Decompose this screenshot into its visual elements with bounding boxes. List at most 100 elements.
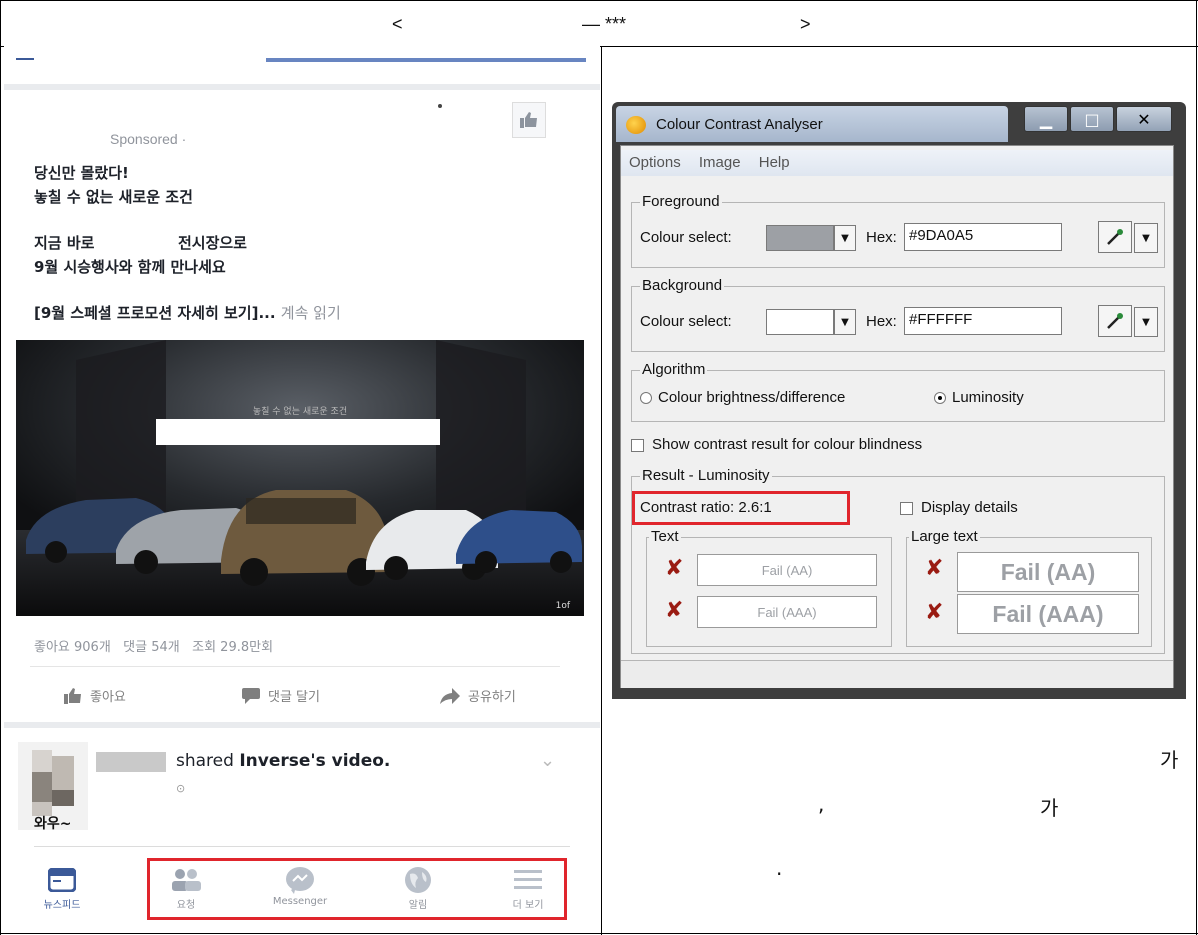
post-line-3: 지금 바로 전시장으로 xyxy=(34,234,247,252)
luminosity-radio-label: Luminosity xyxy=(952,389,1024,406)
colour-blindness-checkbox[interactable] xyxy=(631,438,644,452)
algorithm-option-luminosity[interactable]: Luminosity xyxy=(934,389,1024,406)
post-comment-text: 와우~ xyxy=(34,816,72,832)
page-like-button[interactable] xyxy=(512,102,546,138)
bg-hex-input[interactable]: #FFFFFF xyxy=(904,307,1062,335)
large-aa-result: Fail (AA) xyxy=(957,552,1139,592)
maximize-button[interactable]: □ xyxy=(1070,106,1114,132)
table-border-middle xyxy=(601,46,602,935)
header-dash-stars: — *** xyxy=(582,14,627,34)
post-line-2: 놓칠 수 없는 새로운 조건 xyxy=(34,188,193,206)
globe-icon: ⊙ xyxy=(176,782,186,795)
algorithm-group: Algorithm Colour brightness/difference L… xyxy=(631,361,1165,422)
promo-link[interactable]: [9월 스페셜 프로모션 자세히 보기]... xyxy=(34,304,276,322)
car-brown-suv xyxy=(221,490,388,586)
fg-hex-label: Hex: xyxy=(866,229,897,246)
shared-line: shared Inverse's video. xyxy=(176,751,390,771)
feed-separator xyxy=(4,722,600,728)
fg-colour-swatch[interactable] xyxy=(766,225,834,251)
background-group: Background Colour select: ▼ Hex: #FFFFFF… xyxy=(631,277,1165,352)
colour-blindness-label: Show contrast result for colour blindnes… xyxy=(652,436,923,453)
foreground-label: Foreground xyxy=(640,193,722,210)
post-line-1: 당신만 몰랐다! xyxy=(34,164,129,182)
menu-image[interactable]: Image xyxy=(699,154,741,171)
menu-bar: Options Image Help xyxy=(621,150,1173,176)
large-aaa-result: Fail (AAA) xyxy=(957,594,1139,634)
table-border-left xyxy=(0,0,1,935)
feed-separator xyxy=(4,84,600,90)
comment-action[interactable]: 댓글 달기 xyxy=(242,686,320,705)
table-border-right xyxy=(1196,0,1197,935)
like-action-label: 좋아요 xyxy=(90,690,126,705)
facebook-screenshot: Sponsored · 당신만 몰랐다! 놓칠 수 없는 새로운 조건 지금 바… xyxy=(4,46,600,931)
nav-newsfeed[interactable]: 뉴스피드 xyxy=(22,864,102,911)
fail-x-icon: ✘ xyxy=(925,600,944,625)
post-line-4: 9월 시승행사와 함께 만나세요 xyxy=(34,258,226,276)
car-showroom-image: 놓칠 수 없는 새로운 조건 1of xyxy=(16,340,584,616)
bg-colour-swatch[interactable] xyxy=(766,309,834,335)
window-client-area: Options Image Help Foreground Colour sel… xyxy=(620,145,1174,688)
menu-options[interactable]: Options xyxy=(629,154,681,171)
eyedropper-icon xyxy=(1107,229,1123,245)
bg-eyedropper-button[interactable] xyxy=(1098,305,1132,337)
result-group: Result - Luminosity Contrast ratio: 2.6:… xyxy=(631,467,1165,654)
algorithm-option-brightness[interactable]: Colour brightness/difference xyxy=(640,389,845,406)
colour-contrast-analyser-window: Colour Contrast Analyser ▁ □ ✕ Options I… xyxy=(612,102,1186,699)
read-more-link[interactable]: 계속 읽기 xyxy=(281,304,341,322)
text-aa-result: Fail (AA) xyxy=(697,554,877,586)
fg-colour-select-label: Colour select: xyxy=(640,229,732,246)
image-corner-mark: 1of xyxy=(556,601,571,611)
newsfeed-icon xyxy=(48,868,76,892)
luminosity-radio[interactable] xyxy=(934,392,946,405)
brightness-radio[interactable] xyxy=(640,392,652,405)
bg-hex-label: Hex: xyxy=(866,313,897,330)
comment-bubble-icon xyxy=(242,687,260,704)
status-bar xyxy=(621,660,1173,688)
foreground-group: Foreground Colour select: ▼ Hex: #9DA0A5… xyxy=(631,193,1165,268)
share-action-label: 공유하기 xyxy=(468,690,516,705)
close-button[interactable]: ✕ xyxy=(1116,106,1172,132)
text-period: . xyxy=(776,856,783,880)
fg-hex-input[interactable]: #9DA0A5 xyxy=(904,223,1062,251)
eyedropper-icon xyxy=(1107,313,1123,329)
shared-video-link[interactable]: Inverse's video. xyxy=(239,751,390,771)
algorithm-label: Algorithm xyxy=(640,361,708,378)
fb-top-tab-bar xyxy=(266,58,586,62)
fg-colour-dropdown[interactable]: ▼ xyxy=(834,225,856,251)
contrast-ratio-highlight-box xyxy=(632,491,850,525)
menu-help[interactable]: Help xyxy=(759,154,790,171)
dot-mark xyxy=(438,104,442,108)
palette-app-icon xyxy=(626,116,646,134)
large-text-group-label: Large text xyxy=(909,528,980,545)
minimize-button[interactable]: ▁ xyxy=(1024,106,1068,132)
share-arrow-icon xyxy=(440,687,460,704)
thumbs-up-icon xyxy=(520,112,537,128)
like-action[interactable]: 좋아요 xyxy=(64,686,126,705)
fail-x-icon: ✘ xyxy=(925,556,944,581)
background-label: Background xyxy=(640,277,725,294)
post-line-5: [9월 스페셜 프로모션 자세히 보기]... 계속 읽기 xyxy=(34,302,341,323)
fg-eyedropper-button[interactable] xyxy=(1098,221,1132,253)
display-details-checkbox[interactable] xyxy=(900,501,913,515)
ad-image[interactable]: 놓칠 수 없는 새로운 조건 1of xyxy=(16,340,584,616)
bg-eyedropper-dropdown[interactable]: ▼ xyxy=(1134,307,1158,337)
nav-highlight-box xyxy=(147,858,567,920)
header-left-angle: < xyxy=(392,14,403,34)
chevron-down-icon[interactable]: ⌄ xyxy=(540,750,555,771)
colour-blindness-option[interactable]: Show contrast result for colour blindnes… xyxy=(631,436,922,453)
name-redaction xyxy=(96,752,166,772)
thumbs-up-icon xyxy=(64,687,81,704)
redaction-bar xyxy=(156,419,440,445)
fail-x-icon: ✘ xyxy=(665,598,684,623)
result-label: Result - Luminosity xyxy=(640,467,772,484)
table-border-top xyxy=(0,0,1198,1)
share-action[interactable]: 공유하기 xyxy=(440,686,516,705)
fg-eyedropper-dropdown[interactable]: ▼ xyxy=(1134,223,1158,253)
nav-newsfeed-label: 뉴스피드 xyxy=(43,900,81,911)
text-group-label: Text xyxy=(649,528,681,545)
shared-prefix: shared xyxy=(176,751,240,771)
display-details-option[interactable]: Display details xyxy=(900,499,1018,516)
sponsored-label: Sponsored · xyxy=(110,131,187,147)
fail-x-icon: ✘ xyxy=(665,556,684,581)
bg-colour-dropdown[interactable]: ▼ xyxy=(834,309,856,335)
